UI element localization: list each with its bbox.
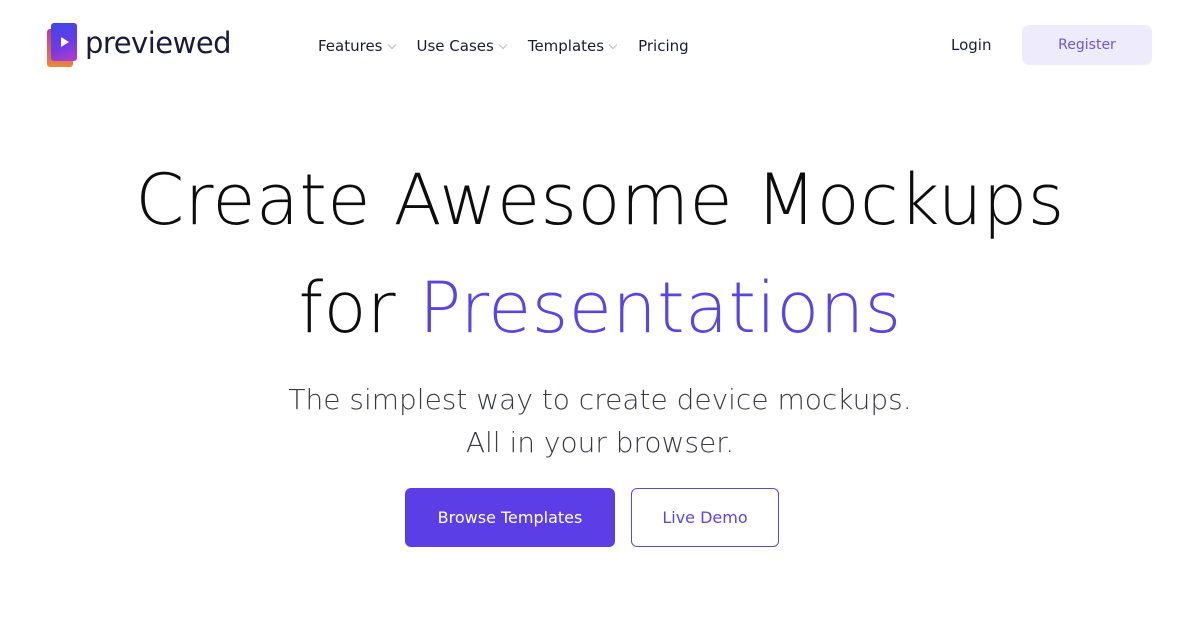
nav-item-label: Use Cases <box>416 37 494 55</box>
hero-subtitle: The simplest way to create device mockup… <box>0 378 1200 464</box>
hero-title-accent: Presentations <box>418 267 902 349</box>
hero-title: Create Awesome Mockups for Presentations <box>0 146 1200 362</box>
hero-subtitle-line2: All in your browser. <box>465 426 735 459</box>
landing-page: previewed Features Use Cases Templates P… <box>0 0 1200 630</box>
nav-item-label: Pricing <box>638 37 689 55</box>
login-link[interactable]: Login <box>951 36 991 54</box>
brand-name: previewed <box>85 25 232 60</box>
main-nav: Features Use Cases Templates Pricing <box>318 34 711 58</box>
brand-logo[interactable]: previewed <box>47 22 232 68</box>
browse-templates-button[interactable]: Browse Templates <box>405 488 615 547</box>
hero-title-line1: Create Awesome Mockups <box>135 159 1065 241</box>
nav-item-label: Templates <box>527 37 605 55</box>
hero-title-prefix: for <box>298 267 419 349</box>
chevron-down-icon <box>387 40 396 49</box>
nav-item-features[interactable]: Features <box>318 37 396 55</box>
chevron-down-icon <box>608 40 618 49</box>
nav-item-templates[interactable]: Templates <box>527 37 618 55</box>
nav-item-pricing[interactable]: Pricing <box>638 37 689 55</box>
hero-subtitle-line1: The simplest way to create device mockup… <box>288 383 912 416</box>
nav-item-use-cases[interactable]: Use Cases <box>416 37 508 55</box>
nav-item-label: Features <box>318 37 383 55</box>
register-button[interactable]: Register <box>1022 25 1152 65</box>
site-header: previewed Features Use Cases Templates P… <box>0 0 1200 90</box>
play-icon <box>47 23 79 67</box>
live-demo-button[interactable]: Live Demo <box>631 488 779 547</box>
chevron-down-icon <box>498 40 508 49</box>
